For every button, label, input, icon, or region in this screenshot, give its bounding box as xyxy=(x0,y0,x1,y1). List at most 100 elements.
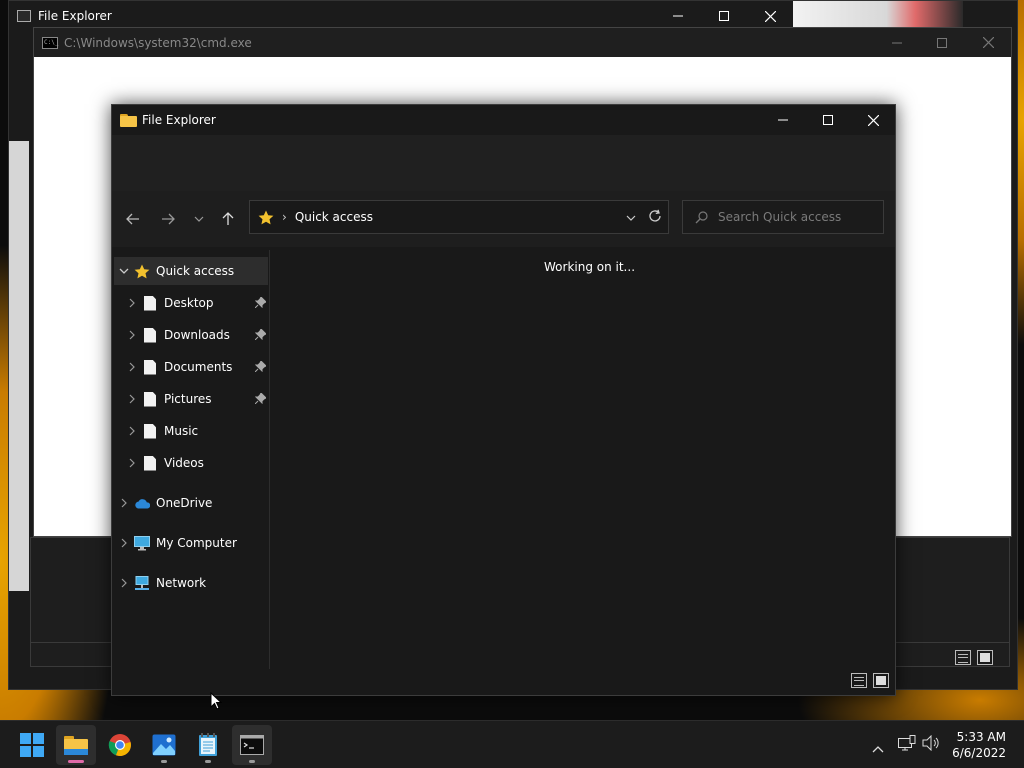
back-button[interactable] xyxy=(119,205,147,233)
system-clock[interactable]: 5:33 AM 6/6/2022 xyxy=(952,729,1006,761)
cloud-icon xyxy=(135,498,150,508)
pin-icon[interactable] xyxy=(254,360,267,375)
up-button[interactable] xyxy=(214,205,242,233)
speaker-icon xyxy=(922,734,939,752)
explorer-window-title: File Explorer xyxy=(142,113,216,127)
breadcrumb-separator-icon: › xyxy=(282,210,287,224)
clock-date: 6/6/2022 xyxy=(952,746,1006,760)
tree-item-quick-access[interactable]: Quick access xyxy=(114,257,268,285)
network-status-button[interactable] xyxy=(898,735,916,755)
chevron-down-icon xyxy=(626,215,636,221)
background-view-toggle xyxy=(955,650,993,665)
maximize-icon xyxy=(823,115,833,125)
navigation-pane[interactable]: Quick access Desktop Downloads Documents… xyxy=(112,250,270,670)
running-indicator xyxy=(249,760,255,763)
pin-icon[interactable] xyxy=(254,296,267,311)
start-button[interactable] xyxy=(12,725,52,765)
show-hidden-icons-button[interactable] xyxy=(872,738,884,757)
tree-item-desktop[interactable]: Desktop xyxy=(114,289,268,317)
navigation-bar: › Quick access xyxy=(112,191,895,247)
tree-item-videos[interactable]: Videos xyxy=(114,449,268,477)
taskbar-file-explorer[interactable] xyxy=(56,725,96,765)
document-icon xyxy=(144,423,156,439)
chevron-right-icon xyxy=(129,394,135,404)
tree-item-label: Downloads xyxy=(164,328,230,342)
details-view-icon[interactable] xyxy=(851,673,867,688)
cmd-close-button[interactable] xyxy=(965,28,1011,57)
tree-item-label: Desktop xyxy=(164,296,214,310)
document-icon xyxy=(144,455,156,471)
tree-item-onedrive[interactable]: OneDrive xyxy=(114,489,268,517)
taskbar-notepad[interactable] xyxy=(188,725,228,765)
refresh-icon xyxy=(649,209,661,222)
tree-item-label: Network xyxy=(156,576,207,590)
chevron-right-icon xyxy=(129,362,135,372)
status-bar xyxy=(112,669,895,695)
tree-item-downloads[interactable]: Downloads xyxy=(114,321,268,349)
explorer-maximize-button[interactable] xyxy=(805,105,851,135)
taskbar-chrome[interactable] xyxy=(100,725,140,765)
arrow-up-icon xyxy=(222,212,234,225)
chevron-right-icon xyxy=(121,498,127,508)
minimize-icon xyxy=(892,42,902,43)
explorer-close-button[interactable] xyxy=(850,105,896,135)
breadcrumb-location[interactable]: Quick access xyxy=(295,210,373,224)
explorer-minimize-button[interactable] xyxy=(760,105,806,135)
arrow-left-icon xyxy=(126,213,139,225)
address-bar[interactable]: › Quick access xyxy=(249,200,669,234)
terminal-icon xyxy=(240,735,264,755)
recent-locations-button[interactable] xyxy=(185,205,213,233)
chevron-down-icon xyxy=(119,268,129,274)
chevron-down-icon xyxy=(194,216,204,222)
tree-item-music[interactable]: Music xyxy=(114,417,268,445)
chevron-right-icon xyxy=(129,458,135,468)
running-indicator xyxy=(205,760,211,763)
pin-icon[interactable] xyxy=(254,392,267,407)
photos-icon xyxy=(152,734,176,756)
cmd-titlebar[interactable]: C:\_ C:\Windows\system32\cmd.exe xyxy=(34,28,1011,57)
folder-icon xyxy=(120,113,137,127)
taskbar-photos[interactable] xyxy=(144,725,184,765)
details-view-icon[interactable] xyxy=(955,650,971,665)
file-explorer-app-icon xyxy=(17,10,31,22)
ribbon xyxy=(112,135,895,191)
chevron-right-icon xyxy=(121,538,127,548)
loading-message: Working on it... xyxy=(544,260,636,274)
tree-item-label: OneDrive xyxy=(156,496,213,510)
cmd-minimize-button[interactable] xyxy=(874,28,920,57)
tiles-view-icon[interactable] xyxy=(977,650,993,665)
search-box[interactable] xyxy=(682,200,884,234)
folder-icon xyxy=(64,736,88,755)
search-input[interactable] xyxy=(718,210,878,224)
volume-button[interactable] xyxy=(922,734,940,755)
star-icon xyxy=(134,264,150,278)
close-icon xyxy=(764,10,776,22)
tiles-view-icon[interactable] xyxy=(873,673,889,688)
tree-item-documents[interactable]: Documents xyxy=(114,353,268,381)
background-window-edge xyxy=(9,141,29,591)
ghost-window-controls xyxy=(793,1,963,27)
pin-icon[interactable] xyxy=(254,328,267,343)
network-status-icon xyxy=(898,735,916,751)
file-explorer-window[interactable]: File Explorer › Quick access Search Quic… xyxy=(111,104,896,696)
tree-item-my-computer[interactable]: My Computer xyxy=(114,529,268,557)
tree-item-label: Music xyxy=(164,424,199,438)
chevron-up-icon xyxy=(872,746,884,753)
tree-item-pictures[interactable]: Pictures xyxy=(114,385,268,413)
arrow-right-icon xyxy=(162,213,175,225)
maximize-icon xyxy=(937,37,947,48)
document-icon xyxy=(144,391,156,407)
refresh-button[interactable] xyxy=(648,209,662,226)
forward-button[interactable] xyxy=(154,205,182,233)
cmd-maximize-button[interactable] xyxy=(919,28,965,57)
taskbar-command-prompt[interactable] xyxy=(232,725,272,765)
address-dropdown-button[interactable] xyxy=(626,210,636,224)
tree-item-label: Pictures xyxy=(164,392,212,406)
active-indicator xyxy=(68,760,84,763)
tree-item-network[interactable]: Network xyxy=(114,569,268,597)
document-icon xyxy=(144,295,156,311)
clock-time: 5:33 AM xyxy=(956,730,1006,744)
document-icon xyxy=(144,327,156,343)
tree-item-label: Documents xyxy=(164,360,233,374)
minimize-icon xyxy=(778,119,788,121)
